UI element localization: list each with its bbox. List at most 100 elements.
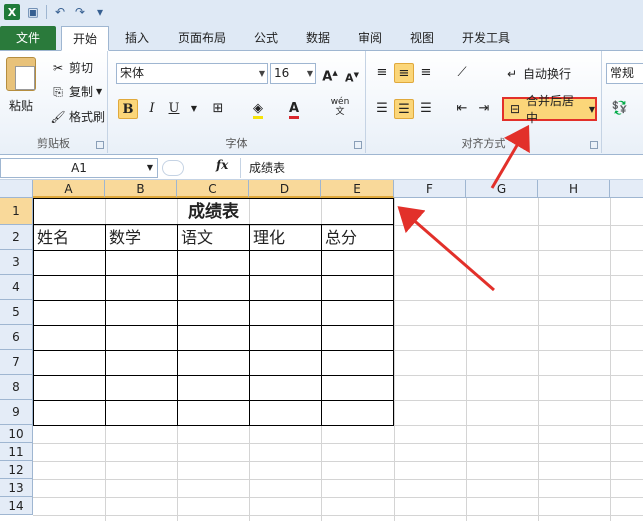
insert-function-button[interactable]: fx xyxy=(216,158,228,172)
header-cell-total[interactable]: 总分 xyxy=(322,226,393,250)
group-label: 对齐方式 xyxy=(461,137,506,150)
border-icon[interactable]: ⊞ xyxy=(208,99,228,119)
brush-icon: 🖌 xyxy=(50,109,66,124)
dialog-launcher-icon[interactable] xyxy=(590,141,598,149)
font-name-select[interactable]: 宋体 ▼ xyxy=(116,63,268,84)
save-icon[interactable]: ▣ xyxy=(26,5,40,19)
header-cell-physics-chem[interactable]: 理化 xyxy=(250,226,321,250)
column-header-a[interactable]: A xyxy=(33,180,105,198)
table-border xyxy=(33,325,394,326)
tab-review[interactable]: 审阅 xyxy=(348,26,392,50)
tab-insert[interactable]: 插入 xyxy=(114,26,160,50)
decrease-indent-icon[interactable]: ⇤ xyxy=(452,99,472,119)
align-center-icon[interactable]: ☰ xyxy=(394,99,414,119)
table-border xyxy=(33,375,394,376)
currency-icon[interactable]: 💱 xyxy=(610,99,630,119)
tab-view[interactable]: 视图 xyxy=(400,26,444,50)
format-painter-button[interactable]: 🖌 格式刷 xyxy=(50,108,105,125)
name-box-value: A1 xyxy=(71,161,87,175)
column-header-h[interactable]: H xyxy=(538,180,610,198)
tab-home[interactable]: 开始 xyxy=(61,26,109,51)
row-header-9[interactable]: 9 xyxy=(0,400,33,425)
wrap-text-button[interactable]: ↵ 自动换行 xyxy=(504,65,571,82)
copy-icon: ⎘ xyxy=(53,84,63,99)
table-border xyxy=(33,275,394,276)
number-format-select[interactable]: 常规 xyxy=(606,63,643,84)
formula-bar-handle[interactable] xyxy=(162,160,184,176)
font-color-button[interactable]: A xyxy=(284,99,304,119)
merged-title-cell[interactable]: 成绩表 xyxy=(33,198,394,225)
phonetic-button[interactable]: wén 文 xyxy=(330,97,350,117)
font-size-select[interactable]: 16 ▼ xyxy=(270,63,316,84)
align-left-icon[interactable]: ☰ xyxy=(372,99,392,119)
align-top-icon[interactable]: ≡ xyxy=(372,63,392,83)
formula-input[interactable]: 成绩表 xyxy=(240,158,643,178)
undo-icon[interactable]: ↶ xyxy=(53,5,67,19)
tab-developer[interactable]: 开发工具 xyxy=(452,26,520,50)
column-header-c[interactable]: C xyxy=(177,180,249,198)
increase-indent-icon[interactable]: ⇥ xyxy=(474,99,494,119)
shrink-font-button[interactable]: A▼ xyxy=(342,65,362,85)
dialog-launcher-icon[interactable] xyxy=(96,141,104,149)
row-header-1[interactable]: 1 xyxy=(0,198,33,225)
row-header-12[interactable]: 12 xyxy=(0,461,33,479)
align-bottom-icon[interactable]: ≡ xyxy=(416,63,436,83)
align-middle-icon[interactable]: ≡ xyxy=(394,63,414,83)
chevron-down-icon[interactable]: ▼ xyxy=(184,99,204,119)
row-header-3[interactable]: 3 xyxy=(0,250,33,275)
tab-formulas[interactable]: 公式 xyxy=(244,26,288,50)
row-header-5[interactable]: 5 xyxy=(0,300,33,325)
table-border xyxy=(33,250,394,251)
cut-button[interactable]: ✂ 剪切 xyxy=(50,59,93,76)
gridline xyxy=(33,461,643,462)
gridline xyxy=(538,198,539,521)
row-header-6[interactable]: 6 xyxy=(0,325,33,350)
row-header-8[interactable]: 8 xyxy=(0,375,33,400)
row-header-2[interactable]: 2 xyxy=(0,225,33,250)
select-all-corner[interactable] xyxy=(0,180,33,198)
merge-center-button[interactable]: ⊟ 合并后居中 ▼ xyxy=(502,94,597,125)
copy-button[interactable]: ⎘ 复制 ▼ xyxy=(50,83,102,100)
column-header-d[interactable]: D xyxy=(249,180,321,198)
chevron-down-icon: ▼ xyxy=(96,87,103,96)
align-right-icon[interactable]: ☰ xyxy=(416,99,436,119)
ribbon-tabs: 文件 开始 插入 页面布局 公式 数据 审阅 视图 开发工具 xyxy=(0,24,643,51)
paste-button[interactable]: 粘贴 xyxy=(6,57,36,114)
row-header-11[interactable]: 11 xyxy=(0,443,33,461)
worksheet-grid[interactable]: A B C D E F G H 1 2 3 4 5 6 7 8 9 10 11 … xyxy=(0,180,643,521)
column-header-b[interactable]: B xyxy=(105,180,177,198)
column-header-i[interactable] xyxy=(610,180,643,198)
row-header-10[interactable]: 10 xyxy=(0,425,33,443)
header-cell-chinese[interactable]: 语文 xyxy=(178,226,249,250)
gridline xyxy=(610,198,611,521)
column-header-e[interactable]: E xyxy=(321,180,394,198)
bold-button[interactable]: B xyxy=(118,99,138,119)
paste-icon xyxy=(6,57,36,91)
tab-file[interactable]: 文件 xyxy=(0,26,56,50)
tab-data[interactable]: 数据 xyxy=(296,26,340,50)
fill-color-icon[interactable]: ◈ xyxy=(248,99,268,119)
header-cell-math[interactable]: 数学 xyxy=(106,226,177,250)
table-border xyxy=(33,350,394,351)
italic-button[interactable]: I xyxy=(142,99,162,119)
underline-button[interactable]: U xyxy=(164,99,184,119)
customize-icon[interactable]: ▾ xyxy=(93,5,107,19)
header-cell-name[interactable]: 姓名 xyxy=(34,226,105,250)
name-box[interactable]: A1 ▼ xyxy=(0,158,158,178)
tab-page-layout[interactable]: 页面布局 xyxy=(168,26,236,50)
column-header-g[interactable]: G xyxy=(466,180,538,198)
chevron-down-icon: ▼ xyxy=(306,69,313,78)
row-header-7[interactable]: 7 xyxy=(0,350,33,375)
cut-label: 剪切 xyxy=(69,61,94,75)
row-header-4[interactable]: 4 xyxy=(0,275,33,300)
phonetic-icon: wén xyxy=(330,97,350,107)
redo-icon[interactable]: ↷ xyxy=(73,5,87,19)
row-header-14[interactable]: 14 xyxy=(0,497,33,515)
row-header-13[interactable]: 13 xyxy=(0,479,33,497)
ribbon: 粘贴 ✂ 剪切 ⎘ 复制 ▼ 🖌 格式刷 剪贴板 宋体 ▼ 16 ▼ A▲ A▼… xyxy=(0,51,643,155)
grow-font-icon: A xyxy=(322,69,333,85)
column-header-f[interactable]: F xyxy=(394,180,466,198)
orientation-icon[interactable]: ⟋ xyxy=(452,63,472,83)
grow-font-button[interactable]: A▲ xyxy=(320,63,340,85)
dialog-launcher-icon[interactable] xyxy=(354,141,362,149)
